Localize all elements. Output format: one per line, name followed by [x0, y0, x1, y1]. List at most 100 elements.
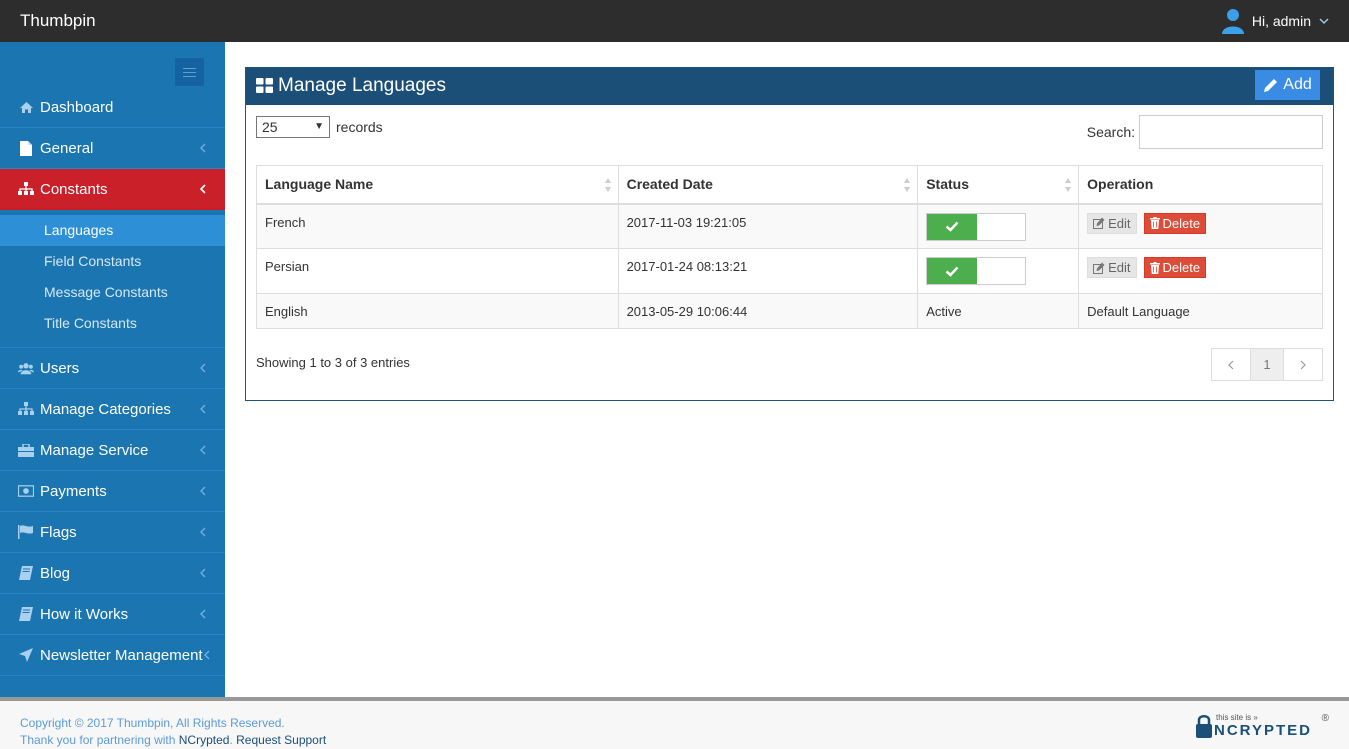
sidebar-item-general[interactable]: General — [0, 128, 225, 169]
edit-icon — [1093, 262, 1105, 274]
pagination-next-button[interactable] — [1284, 349, 1322, 380]
sidebar-item-label: Users — [40, 359, 80, 377]
search-input[interactable] — [1139, 115, 1323, 149]
delete-label: Delete — [1162, 260, 1201, 275]
constants-submenu: Languages Field Constants Message Consta… — [0, 210, 225, 348]
sidebar-item-label: How it Works — [40, 605, 129, 623]
cell-status — [917, 203, 1080, 249]
cell-status — [917, 248, 1080, 294]
pagination: 1 — [1211, 348, 1323, 381]
table-info: Showing 1 to 3 of 3 entries — [256, 355, 410, 370]
briefcase-icon — [18, 442, 34, 458]
sidebar-item-constants[interactable]: Constants — [0, 169, 225, 210]
user-avatar-icon — [1221, 9, 1244, 34]
col-header-status[interactable]: Status — [917, 165, 1080, 205]
ncrypted-badge[interactable]: this site is » NCRYPTED ® — [1194, 713, 1329, 743]
delete-button[interactable]: Delete — [1143, 257, 1207, 278]
chevron-left-icon — [200, 527, 206, 537]
records-per-page: 25 ▼ records — [256, 116, 383, 138]
col-header-label: Operation — [1087, 176, 1154, 193]
pencil-icon — [1264, 78, 1278, 92]
add-button[interactable]: Add — [1255, 70, 1320, 100]
panel-header: Manage Languages Add — [246, 68, 1333, 105]
money-icon — [18, 483, 34, 499]
manage-languages-panel: Manage Languages Add 25 ▼ records Search… — [245, 67, 1334, 401]
sidebar-item-newsletter-management[interactable]: Newsletter Management — [0, 635, 225, 676]
submenu-item-field-constants[interactable]: Field Constants — [0, 246, 225, 277]
sidebar-item-label: Flags — [40, 523, 77, 541]
submenu-item-message-constants[interactable]: Message Constants — [0, 277, 225, 308]
brand-logo[interactable]: Thumbpin — [20, 11, 96, 31]
home-icon — [18, 99, 34, 115]
sidebar-toggle-button[interactable] — [175, 58, 204, 86]
page-title: Manage Languages — [278, 75, 446, 96]
cell-status: Active — [917, 293, 1080, 329]
toggle-on-half — [927, 213, 978, 240]
sort-icon — [904, 178, 911, 192]
delete-button[interactable]: Delete — [1143, 212, 1207, 234]
sidebar-item-how-it-works[interactable]: How it Works — [0, 594, 225, 635]
chevron-left-icon — [200, 609, 206, 619]
trash-icon — [1149, 217, 1160, 229]
top-bar: Thumbpin Hi, admin — [0, 0, 1349, 42]
grid-icon — [256, 78, 273, 93]
edit-icon — [1093, 217, 1105, 229]
table-row: French 2017-11-03 19:21:05 Edit Delete — [256, 203, 1323, 249]
cell-operation: Default Language — [1078, 293, 1323, 329]
book-icon — [18, 565, 34, 581]
chevron-down-icon — [1319, 18, 1329, 25]
flag-icon — [18, 524, 34, 540]
table-row: English 2013-05-29 10:06:44 Active Defau… — [256, 293, 1323, 329]
status-toggle[interactable] — [926, 212, 1027, 241]
chevron-left-icon — [200, 568, 206, 578]
chevron-left-icon — [204, 650, 210, 660]
partner-line: Thank you for partnering with NCrypted. … — [20, 733, 327, 747]
edit-label: Edit — [1108, 260, 1131, 275]
records-label: records — [336, 119, 383, 135]
sidebar-item-flags[interactable]: Flags — [0, 512, 225, 553]
chevron-right-icon — [1300, 360, 1306, 369]
cell-created-date: 2017-01-24 08:13:21 — [617, 248, 919, 294]
table-header-row: Language Name Created Date Status Operat… — [256, 165, 1323, 205]
pagination-page-button[interactable]: 1 — [1250, 349, 1284, 380]
delete-label: Delete — [1162, 215, 1201, 231]
submenu-item-title-constants[interactable]: Title Constants — [0, 308, 225, 339]
sidebar-item-manage-categories[interactable]: Manage Categories — [0, 389, 225, 430]
send-icon — [18, 647, 34, 663]
edit-button[interactable]: Edit — [1087, 212, 1137, 234]
sidebar-item-label: Manage Service — [40, 441, 149, 459]
col-header-label: Status — [926, 176, 970, 193]
file-icon — [18, 140, 34, 156]
pagination-prev-button[interactable] — [1212, 349, 1250, 380]
sidebar-item-label: Payments — [40, 482, 107, 500]
registered-mark: ® — [1321, 713, 1329, 724]
chevron-left-icon — [200, 445, 206, 455]
records-per-page-select[interactable]: 25 ▼ — [256, 116, 330, 138]
edit-button[interactable]: Edit — [1087, 257, 1137, 278]
chevron-left-icon — [200, 486, 206, 496]
sidebar-item-dashboard[interactable]: Dashboard — [0, 87, 225, 128]
sort-icon — [1065, 178, 1072, 192]
chevron-left-icon — [200, 404, 206, 414]
check-icon — [945, 266, 959, 277]
footer-copyright: Copyright © 2017 Thumbpin, All Rights Re… — [20, 715, 326, 749]
user-menu[interactable]: Hi, admin — [1221, 6, 1329, 36]
sidebar-item-manage-service[interactable]: Manage Service — [0, 430, 225, 471]
records-select-value: 25 — [262, 119, 278, 135]
sidebar-item-blog[interactable]: Blog — [0, 553, 225, 594]
submenu-item-languages[interactable]: Languages — [0, 215, 225, 246]
sidebar-item-payments[interactable]: Payments — [0, 471, 225, 512]
cell-created-date: 2013-05-29 10:06:44 — [617, 293, 919, 329]
sidebar-item-label: Blog — [40, 564, 71, 582]
sidebar-item-users[interactable]: Users — [0, 348, 225, 389]
book-icon — [18, 606, 34, 622]
col-header-language-name[interactable]: Language Name — [256, 165, 619, 205]
request-support-link[interactable]: Request Support — [236, 733, 326, 747]
ncrypted-link[interactable]: NCrypted — [179, 733, 230, 747]
chevron-left-icon — [1228, 360, 1234, 369]
status-toggle[interactable] — [926, 257, 1027, 285]
col-header-created-date[interactable]: Created Date — [617, 165, 919, 205]
table-search: Search: — [1087, 115, 1323, 149]
cell-operation: Edit Delete — [1078, 248, 1323, 294]
users-icon — [18, 360, 34, 376]
